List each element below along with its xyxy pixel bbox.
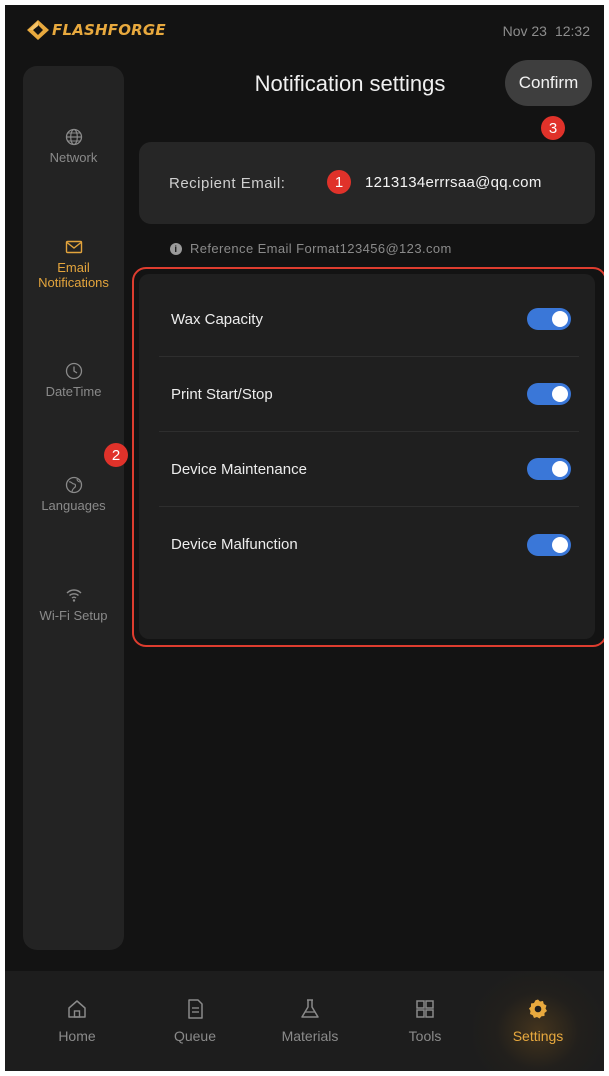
mail-icon (65, 240, 82, 254)
sidebar-item-network[interactable]: Network (23, 128, 124, 165)
annotation-badge-3: 3 (541, 116, 565, 140)
settings-sidebar: Network Email Notifications DateTime Lan… (23, 66, 124, 950)
globe-icon (65, 128, 82, 146)
flask-icon (301, 999, 319, 1018)
toggle-label: Device Maintenance (171, 460, 307, 478)
nav-tools[interactable]: Tools (375, 971, 475, 1071)
device-maintenance-toggle[interactable] (527, 458, 571, 480)
sidebar-item-datetime[interactable]: DateTime (23, 362, 124, 399)
toggle-row-wax-capacity[interactable]: Wax Capacity (159, 282, 579, 357)
bottom-nav: Home Queue Materials Tools Settings (5, 971, 604, 1071)
nav-label: Tools (408, 1028, 442, 1044)
toggle-label: Print Start/Stop (171, 385, 273, 403)
email-format-hint-text: Reference Email Format123456@123.com (190, 241, 452, 256)
toggle-row-device-malfunction[interactable]: Device Malfunction (159, 507, 579, 582)
nav-home[interactable]: Home (27, 971, 127, 1071)
sidebar-item-label: Wi-Fi Setup (39, 608, 108, 623)
recipient-email-input[interactable]: 1213134errrsaa@qq.com (365, 174, 542, 191)
grid-icon (416, 1000, 434, 1018)
queue-file-icon (188, 999, 203, 1019)
sidebar-item-label: Email Notifications (38, 260, 109, 290)
nav-label: Materials (281, 1028, 339, 1044)
print-start-stop-toggle[interactable] (527, 383, 571, 405)
sidebar-item-label: DateTime (45, 384, 102, 399)
notification-toggles-card: Wax Capacity Print Start/Stop Device Mai… (139, 274, 595, 639)
confirm-button[interactable]: Confirm (505, 60, 592, 106)
datetime: Nov 23 12:32 (503, 23, 590, 39)
languages-icon (65, 476, 82, 494)
status-bar: FLASHFORGE Nov 23 12:32 (5, 5, 604, 53)
recipient-email-label: Recipient Email: (169, 175, 286, 192)
sidebar-item-label: Languages (41, 498, 106, 513)
device-malfunction-toggle[interactable] (527, 533, 571, 556)
brand-name: FLASHFORGE (52, 21, 166, 39)
sidebar-item-email-notifications[interactable]: Email Notifications (23, 238, 124, 290)
toggle-knob (552, 311, 568, 327)
page-title: Notification settings (254, 71, 446, 96)
sidebar-item-label: Network (49, 150, 98, 165)
wifi-icon (66, 589, 81, 602)
home-icon (68, 1000, 86, 1018)
toggle-knob (552, 386, 568, 402)
time-text: 12:32 (554, 23, 590, 39)
screen: FLASHFORGE Nov 23 12:32 Network Email No… (5, 5, 604, 1071)
toggle-label: Device Malfunction (171, 536, 298, 553)
nav-label: Queue (173, 1028, 217, 1044)
nav-label: Settings (512, 1028, 564, 1044)
sidebar-item-wifi-setup[interactable]: Wi-Fi Setup (23, 586, 124, 623)
nav-materials[interactable]: Materials (260, 971, 360, 1071)
email-format-hint: i Reference Email Format123456@123.com (170, 241, 452, 256)
annotation-badge-1: 1 (327, 170, 351, 194)
toggle-row-device-maintenance[interactable]: Device Maintenance (159, 432, 579, 507)
nav-label: Home (58, 1028, 96, 1044)
info-icon: i (170, 242, 182, 255)
nav-settings[interactable]: Settings (488, 971, 588, 1071)
gear-icon (529, 999, 547, 1019)
clock-icon (65, 362, 82, 380)
toggle-row-print-start-stop[interactable]: Print Start/Stop (159, 357, 579, 432)
sidebar-item-languages[interactable]: Languages (23, 476, 124, 513)
brand-logo-icon (27, 20, 49, 40)
wax-capacity-toggle[interactable] (527, 308, 571, 330)
brand-logo: FLASHFORGE (27, 20, 166, 40)
toggle-label: Wax Capacity (171, 310, 263, 328)
annotation-badge-2: 2 (104, 443, 128, 467)
toggle-knob (552, 536, 568, 553)
date-text: Nov 23 (502, 23, 547, 39)
nav-queue[interactable]: Queue (145, 971, 245, 1071)
toggle-knob (552, 461, 568, 477)
recipient-email-card[interactable]: Recipient Email: 1 1213134errrsaa@qq.com (139, 142, 595, 224)
